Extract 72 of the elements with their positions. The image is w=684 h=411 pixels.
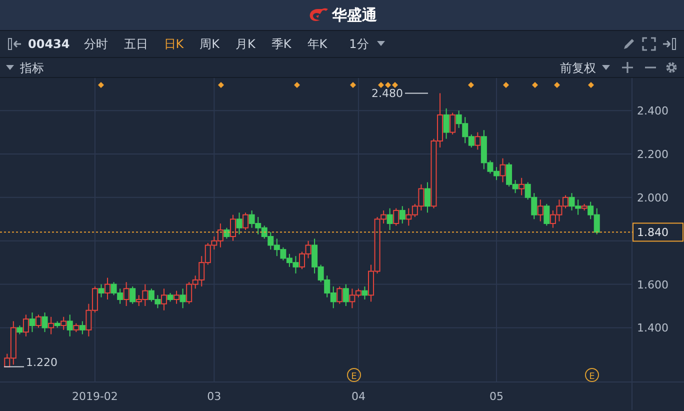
- candlestick: [230, 214, 236, 242]
- candlestick: [60, 316, 67, 330]
- candlestick: [362, 286, 368, 300]
- candlestick: [29, 312, 36, 333]
- date-axis-label: 03: [207, 390, 222, 403]
- caret-icon[interactable]: [602, 64, 610, 70]
- candlestick: [242, 212, 249, 230]
- event-marker[interactable]: E: [585, 368, 599, 382]
- candlestick: [48, 316, 54, 335]
- candlestick: [393, 208, 400, 226]
- high-price-label: 2.480: [372, 87, 403, 100]
- logo-icon: [307, 7, 329, 23]
- period-tab[interactable]: 五日: [116, 35, 156, 53]
- candlestick: [180, 288, 186, 309]
- exit-panel-icon[interactable]: [662, 38, 676, 50]
- candlestick: [537, 199, 544, 222]
- candlestick: [42, 312, 48, 333]
- candlestick: [443, 108, 450, 140]
- candlestick: [342, 284, 349, 306]
- price-axis-label: 2.000: [637, 191, 668, 204]
- current-price-box: [632, 222, 684, 242]
- price-axis-label: 1.600: [637, 278, 668, 292]
- price-axis-label: 2.200: [637, 148, 668, 161]
- period-tab[interactable]: 周K: [192, 35, 228, 53]
- candlestick: [236, 212, 242, 235]
- indicator-label[interactable]: 指标: [20, 58, 44, 76]
- event-marker[interactable]: E: [347, 368, 361, 382]
- date-axis-label: 04: [351, 390, 366, 403]
- candlestick: [130, 286, 136, 304]
- plus-icon[interactable]: [622, 62, 633, 73]
- stock-code: 00434: [28, 36, 70, 53]
- leader-line: [4, 366, 24, 368]
- period-tab[interactable]: 月K: [228, 35, 264, 53]
- pencil-icon[interactable]: [622, 37, 636, 51]
- date-axis-label: 05: [489, 390, 504, 403]
- candlestick: [104, 277, 111, 300]
- candlestick: [500, 158, 506, 183]
- caret-icon[interactable]: [376, 41, 385, 47]
- candlestick: [174, 290, 180, 304]
- price-axis-label: 1.400: [637, 322, 668, 335]
- candlestick: [160, 288, 167, 311]
- candlestick: [424, 182, 430, 214]
- candlestick: [98, 284, 104, 298]
- collapse-panel-icon[interactable]: [8, 38, 22, 50]
- app-title: 华盛通: [332, 4, 377, 26]
- period-tab[interactable]: 日K: [156, 35, 192, 53]
- period-tab[interactable]: 季K: [263, 35, 300, 53]
- candlestick: [123, 282, 130, 306]
- candlestick: [399, 206, 406, 224]
- candlestick: [66, 314, 73, 337]
- candlestick: [474, 132, 481, 150]
- candlestick: [224, 227, 230, 240]
- candlestick: [518, 177, 525, 196]
- low-price-label: 1.220: [26, 356, 58, 369]
- period-tab[interactable]: 年K: [299, 35, 336, 53]
- adjustment-dropdown[interactable]: 前复权: [560, 58, 596, 76]
- interval-dropdown[interactable]: 1分: [341, 35, 377, 53]
- candlestick: [336, 286, 343, 304]
- caret-icon[interactable]: [6, 64, 14, 70]
- period-tab[interactable]: 分时: [76, 35, 116, 53]
- fullscreen-icon[interactable]: [642, 37, 656, 51]
- candlestick: [450, 112, 456, 135]
- candlestick: [36, 314, 42, 328]
- candlestick: [22, 314, 29, 337]
- candlestick: [386, 208, 393, 230]
- price-axis-label: 2.400: [637, 104, 668, 118]
- candlestick: [79, 320, 86, 335]
- date-axis-label: 2019-02: [72, 390, 118, 403]
- current-price-label: 1.840: [637, 226, 668, 240]
- leader-line: [404, 92, 428, 94]
- settings-icon[interactable]: [665, 61, 678, 74]
- candlestick: [544, 203, 550, 226]
